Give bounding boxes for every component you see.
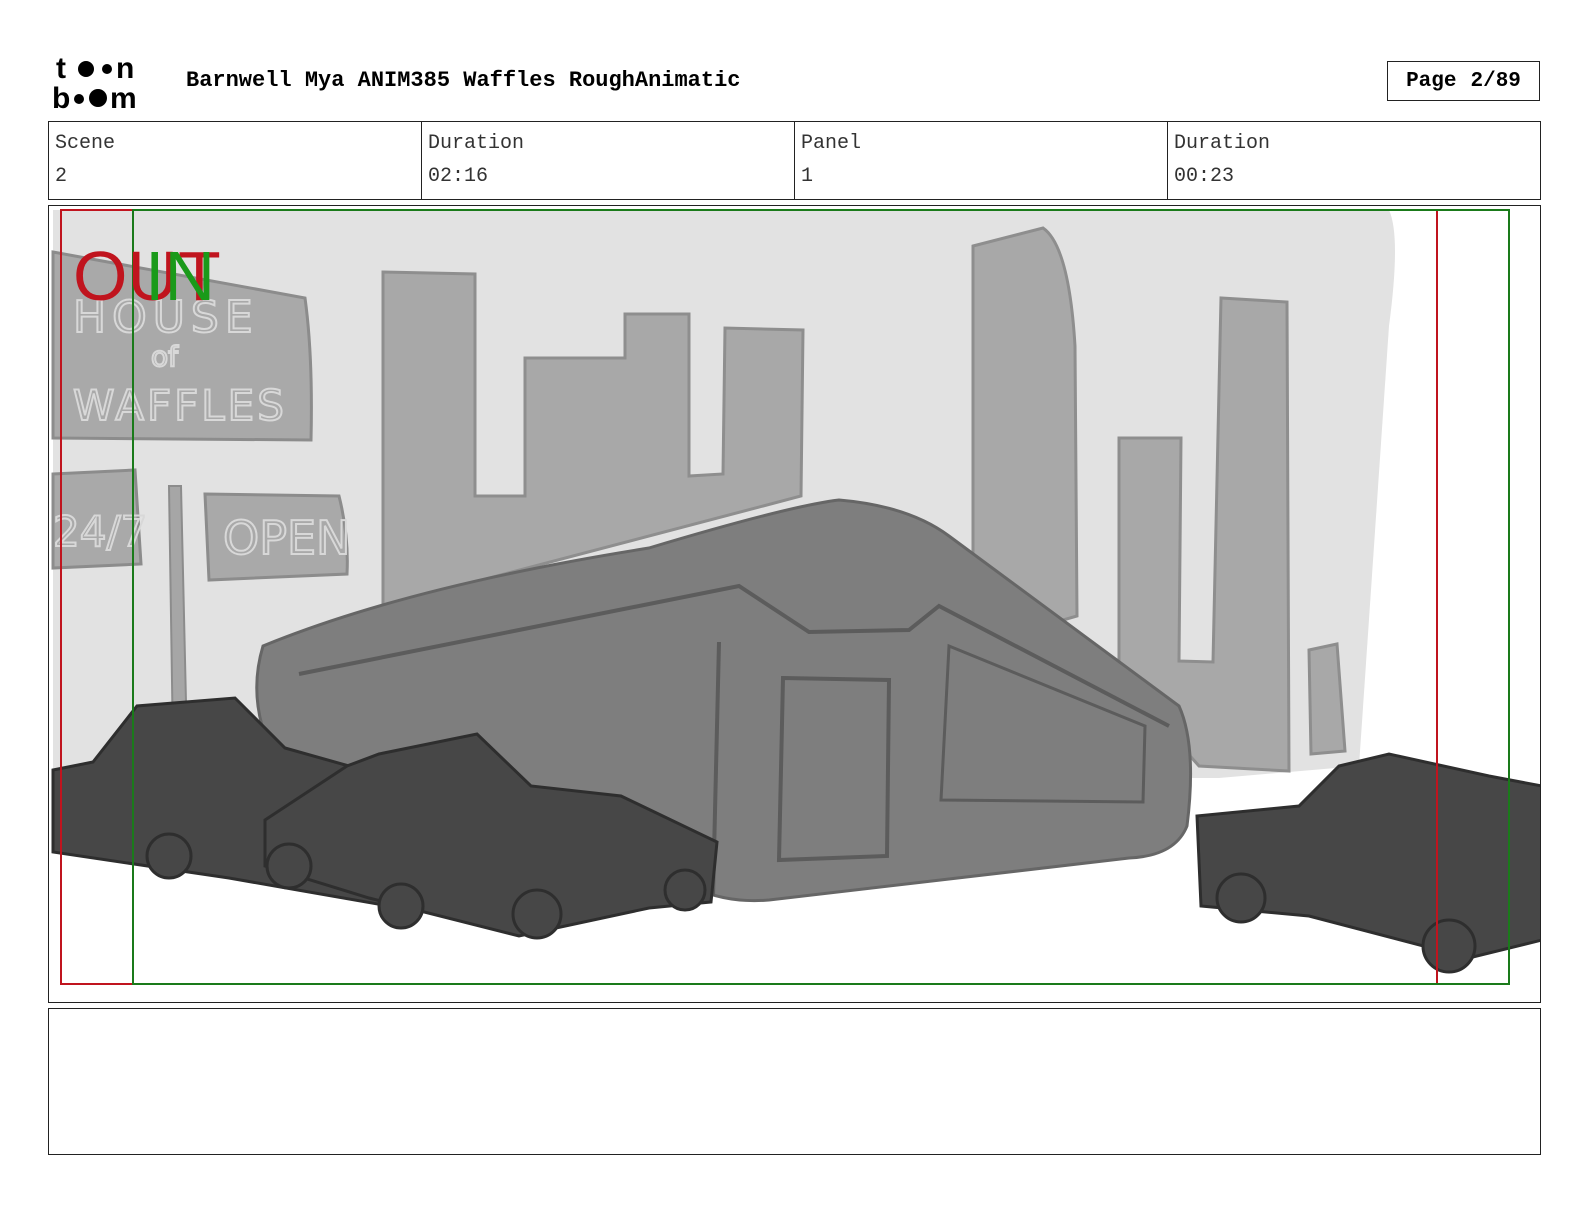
page-number: 2/89 [1470, 69, 1521, 93]
panel-label: Panel [801, 132, 862, 155]
svg-text:n: n [116, 52, 134, 85]
scene-cell: Scene 2 [49, 122, 422, 199]
scene-duration-value: 02:16 [428, 165, 489, 188]
notes-area[interactable] [48, 1008, 1541, 1155]
scene-value: 2 [55, 165, 68, 188]
scene-info-table: Scene 2 Duration 02:16 Panel 1 Duration … [48, 121, 1541, 200]
transition-in-label: IN [145, 237, 215, 315]
panel-duration-label: Duration [1174, 132, 1271, 155]
sign-line-waffles: WAFFLES [73, 381, 287, 430]
scene-duration-cell: Duration 02:16 [422, 122, 795, 199]
scene-label: Scene [55, 132, 116, 155]
toonboom-logo: t n b m [52, 52, 137, 112]
panel-duration-cell: Duration 00:23 [1168, 122, 1540, 199]
sign-line-of: of [151, 340, 179, 373]
storyboard-panel: HOUSE of WAFFLES 24/7 OPEN OUT IN [48, 205, 1541, 1003]
sign-open: OPEN [223, 511, 350, 565]
document-title: Barnwell Mya ANIM385 Waffles RoughAnimat… [186, 68, 741, 93]
panel-value: 1 [801, 165, 814, 188]
svg-text:m: m [110, 82, 137, 112]
panel-cell: Panel 1 [795, 122, 1168, 199]
panel-duration-value: 00:23 [1174, 165, 1235, 188]
page-indicator: Page 2/89 [1387, 61, 1540, 101]
page-label: Page [1406, 69, 1457, 93]
panel-drawing: HOUSE of WAFFLES 24/7 OPEN OUT IN [51, 209, 1540, 985]
svg-text:b: b [52, 82, 70, 112]
svg-text:t: t [56, 52, 66, 85]
car-right [1195, 752, 1540, 974]
scene-duration-label: Duration [428, 132, 525, 155]
